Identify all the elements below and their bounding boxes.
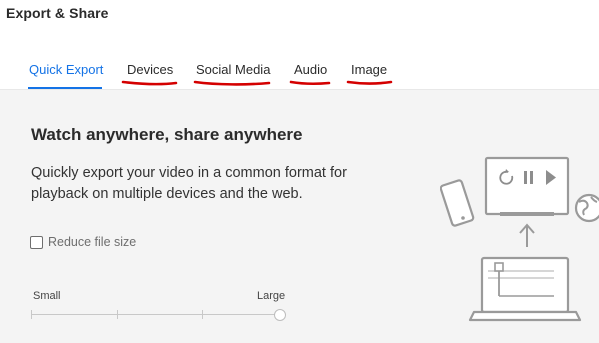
active-tab-indicator [28,87,102,89]
tab-bar: Quick Export Devices Social Media Audio … [0,30,599,90]
phone-icon [440,179,475,227]
tab-quick-export[interactable]: Quick Export [29,62,103,77]
reduce-file-size-checkbox[interactable]: Reduce file size [30,235,136,249]
section-description: Quickly export your video in a common fo… [31,165,347,202]
laptop-icon [468,256,582,322]
annotation-underline-image [346,80,393,85]
section-heading: Watch anywhere, share anywhere [31,125,303,144]
reduce-file-size-label: Reduce file size [48,235,137,249]
file-size-slider[interactable] [31,308,289,322]
monitor-icon [484,156,570,216]
annotation-underline-social-media [193,80,271,86]
checkbox-box[interactable] [30,235,43,249]
title-bar: Export & Share [0,0,599,30]
slider-max-label: Large [257,290,286,302]
slider-tick [31,310,32,319]
window-title: Export & Share [6,5,109,21]
slider-min-label: Small [33,290,61,302]
annotation-underline-audio [289,80,331,85]
slider-thumb[interactable] [274,309,286,321]
arrow-up-icon [519,223,535,247]
globe-icon [574,193,599,223]
annotation-underline-devices [121,80,178,86]
slider-tick [202,310,203,319]
slider-track[interactable] [31,314,281,315]
devices-illustration [440,150,599,343]
slider-tick [117,310,118,319]
